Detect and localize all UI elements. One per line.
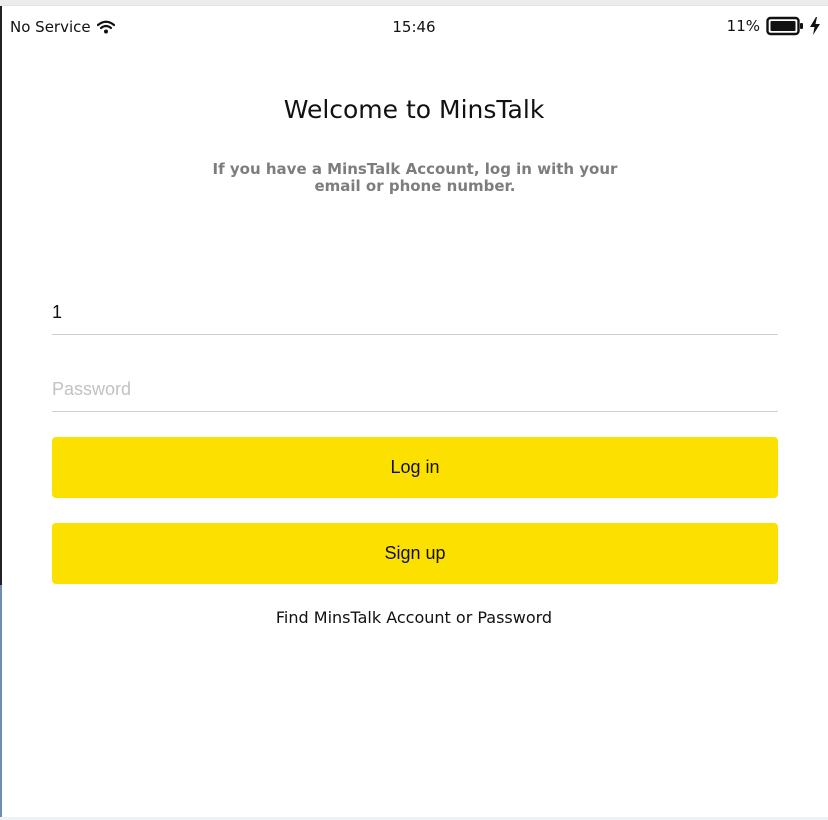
login-instructions: If you have a MinsTalk Account, log in w… <box>212 160 618 195</box>
signup-button[interactable]: Sign up <box>52 523 778 584</box>
login-button[interactable]: Log in <box>52 437 778 498</box>
status-bar: No Service 15:46 11% <box>2 6 826 50</box>
app-window: No Service 15:46 11% Welcome to MinsTalk… <box>0 0 828 820</box>
password-input[interactable] <box>52 367 778 411</box>
find-account-link[interactable]: Find MinsTalk Account or Password <box>0 608 828 627</box>
battery-status: 11% <box>727 16 820 36</box>
clock: 15:46 <box>392 18 436 36</box>
email-field[interactable] <box>52 290 778 335</box>
battery-percent: 11% <box>726 17 760 35</box>
battery-icon <box>766 16 803 36</box>
charging-bolt-icon <box>810 17 820 35</box>
page-title: Welcome to MinsTalk <box>283 95 545 124</box>
email-input[interactable] <box>52 290 778 334</box>
password-field[interactable] <box>52 367 778 412</box>
